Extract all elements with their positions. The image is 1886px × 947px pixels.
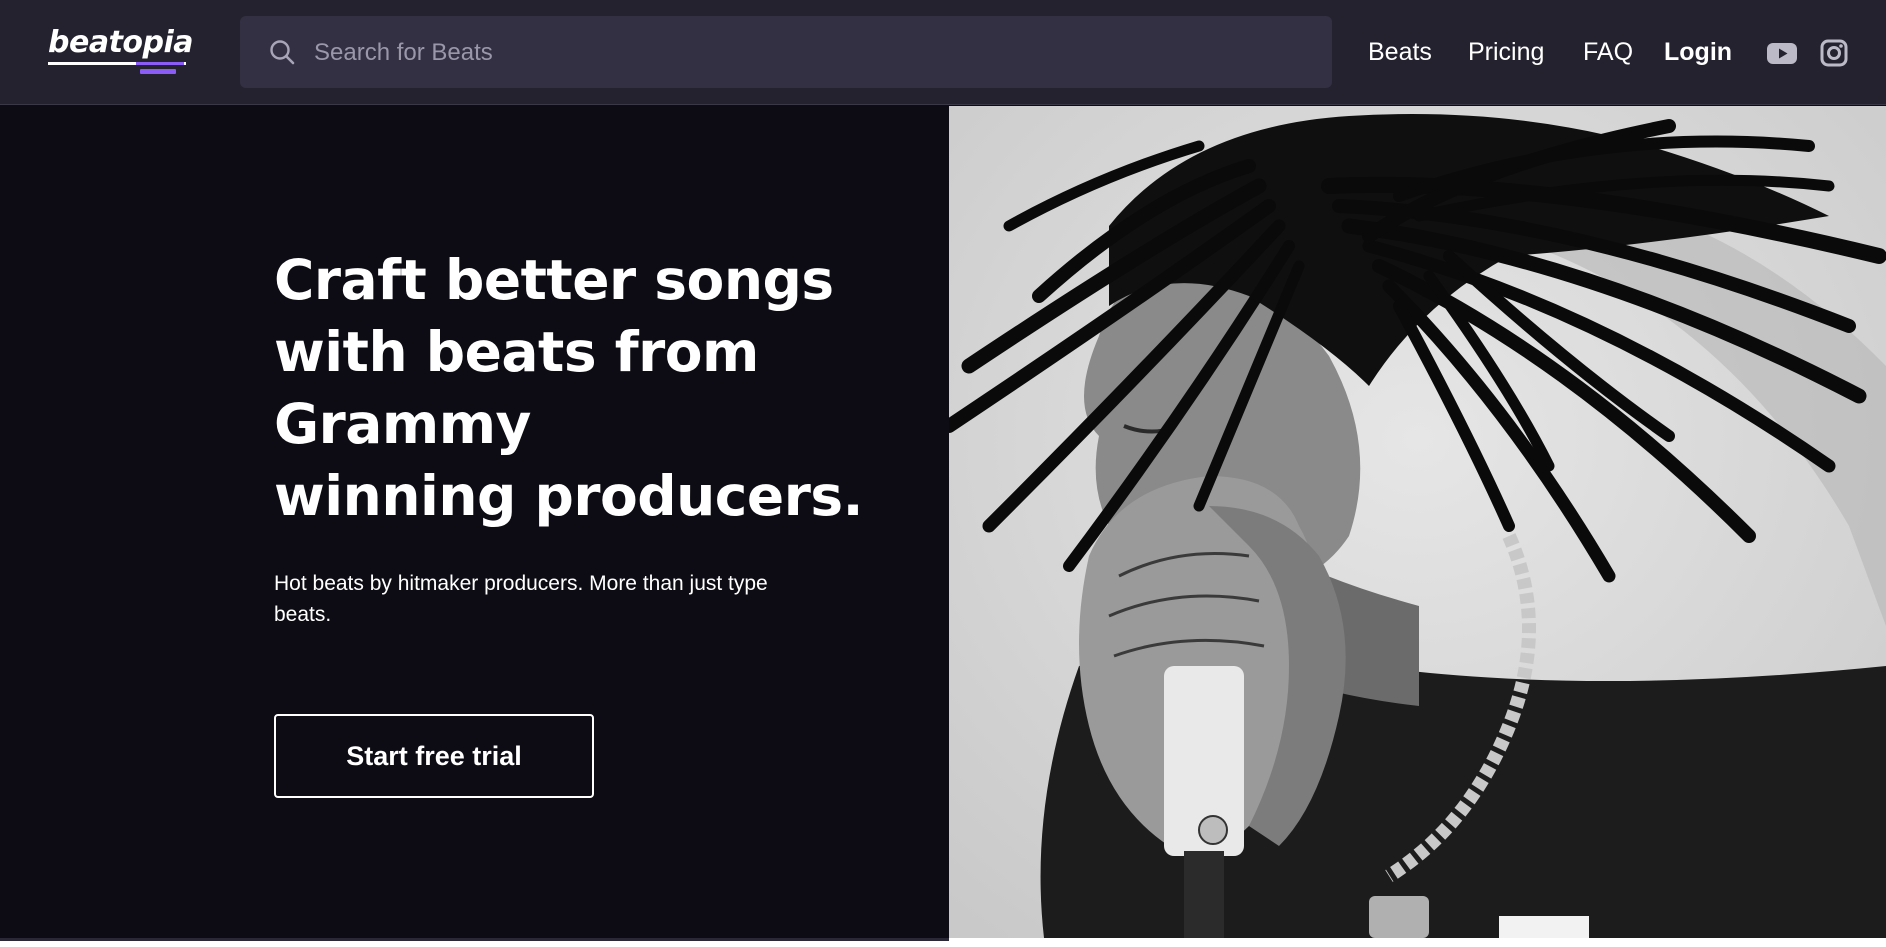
- instagram-icon[interactable]: [1818, 38, 1850, 68]
- headline-line: with beats from: [274, 320, 759, 384]
- nav-beats-link[interactable]: Beats: [1368, 0, 1432, 105]
- search-icon: [270, 40, 295, 65]
- headline-line: winning producers.: [274, 464, 863, 528]
- nav-pricing-link[interactable]: Pricing: [1468, 0, 1544, 105]
- search-bar[interactable]: [240, 16, 1332, 90]
- hero-headline: Craft better songs with beats from Gramm…: [274, 244, 894, 532]
- hero-subheadline: Hot beats by hitmaker producers. More th…: [274, 572, 768, 626]
- nav-login-link[interactable]: Login: [1664, 0, 1732, 105]
- beatopia-logo[interactable]: beatopia: [48, 25, 194, 76]
- logo-wordmark: beatopia: [48, 25, 194, 60]
- artist-photo-illustration: [949, 106, 1886, 938]
- headline-line: Grammy: [274, 392, 531, 456]
- page-bottom-edge: [0, 938, 1886, 947]
- logo-accent-bar: [136, 62, 184, 65]
- search-input[interactable]: [312, 16, 1316, 90]
- top-navbar: beatopia Beats Pricing FAQ Login: [0, 0, 1886, 105]
- youtube-icon[interactable]: [1766, 38, 1798, 68]
- logo-accent-bar-lower: [140, 69, 176, 74]
- start-free-trial-button[interactable]: Start free trial: [274, 714, 594, 798]
- bottom-divider: [0, 938, 949, 941]
- headline-line: Craft better songs: [274, 248, 834, 312]
- hero-artist-photo: [949, 106, 1886, 938]
- nav-faq-link[interactable]: FAQ: [1583, 0, 1633, 105]
